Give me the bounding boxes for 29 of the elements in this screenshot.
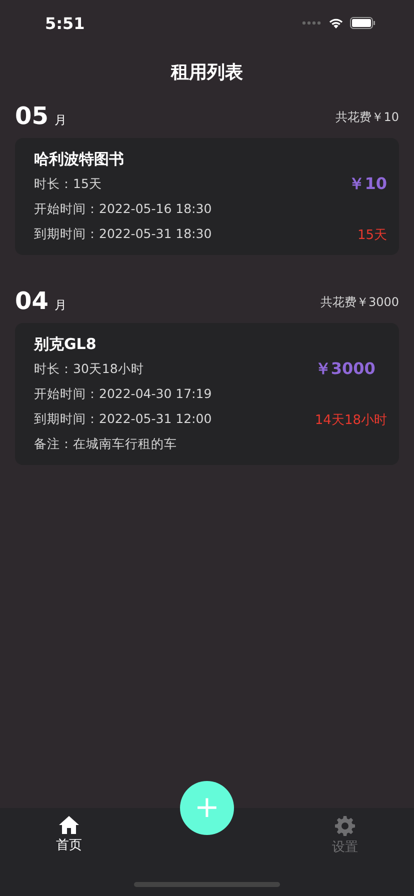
rental-detail: 开始时间：2022-05-16 18:30 (34, 201, 213, 218)
settings-icon (335, 816, 355, 836)
rental-card[interactable]: 哈利波特图书 时长：15天 开始时间：2022-05-16 18:30 到期时间：2022-05-31 18:30 ￥10 15天 (15, 138, 399, 255)
month-unit: 月 (54, 298, 66, 312)
month-total: 共花费￥10 (336, 109, 399, 126)
page-title: 租用列表 (170, 61, 244, 85)
remaining-time: 14天18小时 (314, 412, 387, 428)
rental-detail: 时长：15天 (34, 176, 103, 193)
home-icon (59, 816, 79, 834)
rental-name: 哈利波特图书 (34, 150, 125, 169)
month-total: 共花费￥3000 (320, 294, 399, 311)
home-tab[interactable]: 首页 (0, 816, 138, 854)
wifi-icon (328, 17, 344, 29)
rental-detail: 到期时间：2022-05-31 18:30 (34, 226, 213, 243)
status-time: 5:51 (45, 14, 85, 32)
rental-detail: 时长：30天18小时 (34, 361, 145, 378)
month-number: 04 (15, 287, 48, 315)
month-unit: 月 (54, 113, 66, 127)
rental-detail: 备注：在城南车行租的车 (34, 436, 178, 453)
rental-name: 别克GL8 (34, 335, 98, 354)
rental-card[interactable]: 别克GL8 时长：30天18小时 开始时间：2022-04-30 17:19 到期时间：2022-05-31 12:00 备注：在城南车行租的车 ￥3000 14天18小时 (15, 323, 399, 465)
signal-icon (302, 21, 322, 25)
battery-icon (350, 17, 376, 29)
rental-detail: 开始时间：2022-04-30 17:19 (34, 386, 213, 403)
month-number: 05 (15, 102, 48, 130)
remaining-time: 15天 (356, 226, 387, 244)
rental-detail: 到期时间：2022-05-31 12:00 (34, 411, 213, 428)
rental-price: ￥3000 (314, 359, 376, 380)
rental-price: ￥10 (348, 174, 387, 195)
